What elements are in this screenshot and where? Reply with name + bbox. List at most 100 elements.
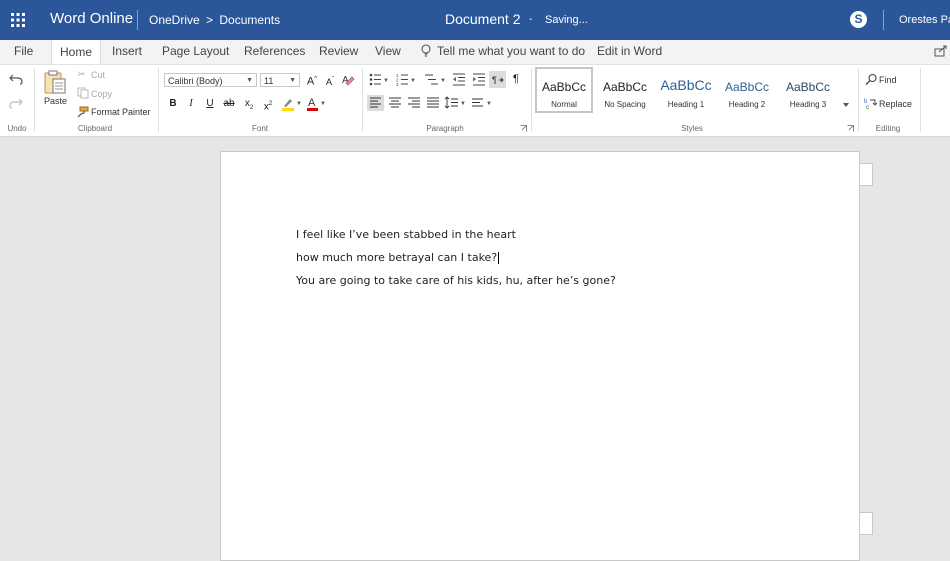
- tab-review[interactable]: Review: [319, 44, 358, 58]
- chevron-down-icon: ▼: [289, 77, 296, 84]
- style-name: Heading 2: [728, 100, 766, 109]
- numbering-icon[interactable]: 123 ▼: [396, 73, 416, 86]
- styles-dialog-launcher-icon[interactable]: [847, 125, 854, 132]
- increase-indent-icon[interactable]: [472, 73, 486, 86]
- find-button[interactable]: Find: [879, 75, 897, 85]
- svg-text:▼: ▼: [440, 78, 446, 84]
- align-center-icon[interactable]: [388, 95, 402, 111]
- user-name[interactable]: Orestes Pa: [899, 14, 950, 26]
- style-name: No Spacing: [604, 100, 646, 109]
- clear-formatting-icon[interactable]: A: [341, 73, 356, 87]
- subscript-button[interactable]: x2: [242, 98, 256, 114]
- breadcrumb-separator: >: [206, 13, 214, 27]
- line-spacing-icon[interactable]: ▼: [444, 95, 466, 111]
- header-divider: [883, 10, 884, 30]
- tab-references[interactable]: References: [244, 44, 305, 58]
- group-divider: [158, 68, 159, 132]
- superscript-button[interactable]: x2: [261, 98, 275, 113]
- document-paragraph[interactable]: how much more betrayal can I take?: [296, 251, 500, 264]
- page-side-tab: [860, 512, 873, 535]
- underline-button[interactable]: U: [203, 98, 217, 110]
- style-sample: AaBbCc: [660, 77, 712, 93]
- font-name-dropdown[interactable]: Calibri (Body) ▼: [164, 73, 257, 87]
- style-sample: AaBbCc: [602, 80, 648, 94]
- group-label-paragraph: Paragraph: [426, 124, 464, 133]
- tab-insert[interactable]: Insert: [112, 44, 142, 58]
- align-right-icon[interactable]: [407, 95, 421, 111]
- style-sample: AaBbCc: [724, 80, 770, 94]
- font-size-dropdown[interactable]: 11 ▼: [260, 73, 300, 87]
- group-divider: [858, 68, 859, 132]
- highlight-icon[interactable]: ▼: [281, 96, 301, 111]
- svg-text:▼: ▼: [296, 101, 301, 107]
- document-paragraph[interactable]: I feel like I’ve been stabbed in the hea…: [296, 228, 516, 241]
- breadcrumb-documents[interactable]: Documents: [219, 13, 280, 27]
- style-heading-2[interactable]: AaBbCc Heading 2: [718, 67, 776, 113]
- shrink-font-button[interactable]: Aˇ: [323, 74, 337, 88]
- tab-view[interactable]: View: [375, 44, 401, 58]
- paragraph-dialog-launcher-icon[interactable]: [520, 125, 527, 132]
- svg-text:¶: ¶: [492, 75, 497, 85]
- superscript-mark: 2: [268, 101, 273, 107]
- italic-button[interactable]: I: [184, 98, 198, 110]
- group-divider: [362, 68, 363, 132]
- group-divider: [920, 68, 921, 132]
- justify-icon[interactable]: [426, 95, 440, 111]
- style-name: Normal: [551, 100, 577, 109]
- align-left-button[interactable]: [367, 95, 384, 111]
- tab-edit-in-word[interactable]: Edit in Word: [597, 44, 662, 58]
- svg-text:3: 3: [396, 82, 399, 86]
- multilevel-list-icon[interactable]: ▼: [424, 73, 446, 86]
- group-label-editing: Editing: [875, 124, 901, 133]
- paragraph-spacing-icon[interactable]: ▼: [471, 95, 493, 111]
- copy-button[interactable]: Copy: [91, 89, 112, 99]
- ribbon-home: Undo Paste ✂ Cut Copy Format Painter Cli…: [0, 65, 950, 137]
- svg-text:▼: ▼: [486, 101, 492, 107]
- save-status: Saving...: [545, 14, 588, 26]
- cut-icon: ✂: [78, 69, 86, 79]
- styles-more-icon[interactable]: [842, 101, 850, 109]
- format-painter-button[interactable]: Format Painter: [91, 107, 151, 117]
- style-no-spacing[interactable]: AaBbCc No Spacing: [596, 67, 654, 113]
- share-icon[interactable]: [934, 45, 948, 57]
- svg-text:▼: ▼: [410, 78, 416, 84]
- bullets-icon[interactable]: ▼: [369, 73, 389, 86]
- style-normal[interactable]: AaBbCc Normal: [535, 67, 593, 113]
- text-cursor: [498, 252, 500, 264]
- app-name[interactable]: Word Online: [50, 10, 133, 27]
- font-name-value: Calibri (Body): [168, 76, 223, 86]
- paragraph-text: how much more betrayal can I take?: [296, 251, 498, 264]
- grow-font-button[interactable]: A^: [305, 73, 319, 88]
- font-color-glyph: A: [308, 97, 316, 109]
- strikethrough-button[interactable]: ab: [222, 98, 236, 110]
- document-paragraph[interactable]: You are going to take care of his kids, …: [296, 274, 616, 287]
- document-page[interactable]: I feel like I’ve been stabbed in the hea…: [220, 151, 860, 561]
- breadcrumb-onedrive[interactable]: OneDrive: [149, 13, 200, 27]
- paste-icon[interactable]: [42, 69, 68, 95]
- undo-icon[interactable]: [9, 73, 23, 85]
- group-label-font: Font: [251, 124, 268, 133]
- cut-button[interactable]: Cut: [91, 70, 105, 80]
- decrease-indent-icon[interactable]: [452, 73, 466, 86]
- replace-button[interactable]: Replace: [879, 99, 912, 109]
- style-heading-3[interactable]: AaBbCc Heading 3: [779, 67, 837, 113]
- font-color-icon[interactable]: A ▼: [306, 96, 326, 111]
- show-formatting-button[interactable]: ¶: [509, 73, 523, 85]
- style-heading-1[interactable]: AaBbCc Heading 1: [657, 67, 715, 113]
- ltr-icon: ¶: [492, 75, 504, 85]
- tell-me-search[interactable]: Tell me what you want to do: [437, 44, 585, 58]
- paste-button[interactable]: Paste: [44, 96, 67, 106]
- svg-text:▼: ▼: [320, 101, 326, 107]
- document-title[interactable]: Document 2: [445, 11, 520, 27]
- tab-home[interactable]: Home: [51, 40, 102, 64]
- bold-button[interactable]: B: [166, 98, 180, 110]
- tab-file[interactable]: File: [14, 44, 33, 58]
- ltr-button[interactable]: ¶: [489, 71, 506, 88]
- redo-icon[interactable]: [9, 97, 23, 109]
- app-launcher-icon[interactable]: [0, 0, 36, 40]
- styles-gallery: AaBbCc Normal AaBbCc No Spacing AaBbCc H…: [535, 67, 853, 114]
- skype-icon[interactable]: S: [850, 11, 867, 28]
- font-size-value: 11: [264, 76, 274, 86]
- tab-page-layout[interactable]: Page Layout: [162, 44, 229, 58]
- replace-icon: b c: [864, 99, 878, 110]
